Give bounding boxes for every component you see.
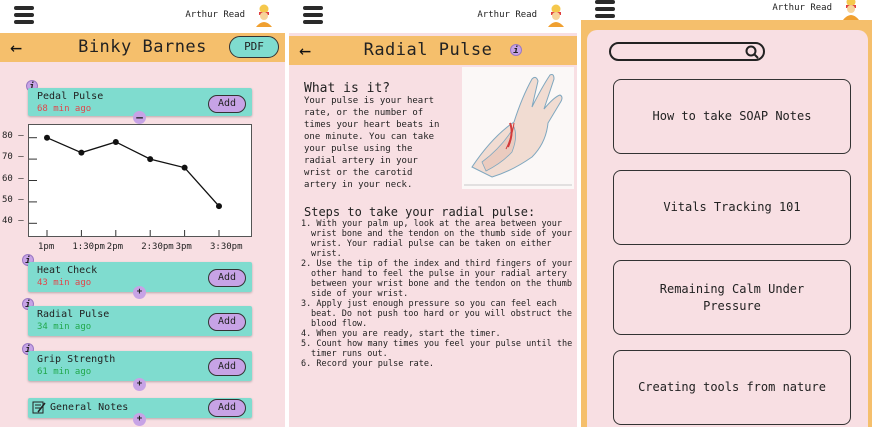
vital-card-radial-pulse[interactable]: Radial Pulse 34 min ago Add	[28, 306, 252, 336]
step-item: 3. Apply just enough pressure so you can…	[301, 299, 572, 329]
add-button[interactable]: Add	[208, 313, 246, 331]
add-button[interactable]: Add	[208, 358, 246, 376]
course-card[interactable]: Remaining Calm Under Pressure	[613, 260, 851, 335]
vital-name: Heat Check	[37, 265, 98, 276]
step-item: 5. Count how many times you feel your pu…	[301, 339, 573, 359]
data-point	[216, 203, 222, 210]
series-line	[46, 137, 220, 207]
notes-icon	[32, 401, 46, 414]
data-point	[44, 134, 50, 141]
vital-time: 61 min ago	[37, 367, 92, 377]
data-point	[181, 164, 188, 171]
x-tick-label: 1pm	[38, 242, 55, 252]
course-card[interactable]: Creating tools from nature	[613, 350, 851, 425]
y-tick-label: 50 –	[2, 194, 24, 205]
add-button[interactable]: Add	[208, 269, 246, 287]
y-tick-label: 60 –	[2, 173, 24, 184]
info-icon[interactable]: i	[510, 44, 522, 56]
x-tick-label: 3pm	[175, 242, 192, 252]
search-icon[interactable]	[745, 45, 759, 59]
step-item: 1. With your palm up, look at the area b…	[301, 219, 572, 259]
patient-screen: Arthur Read ← Binky Barnes PDF i Pedal P…	[0, 0, 285, 427]
x-tick-label: 2pm	[106, 242, 124, 252]
expand-icon[interactable]: +	[133, 378, 146, 391]
search-input[interactable]	[609, 42, 765, 61]
courses-panel: How to take SOAP Notes Vitals Tracking 1…	[587, 30, 868, 427]
vital-name: Pedal Pulse	[37, 91, 104, 102]
x-axis: 1pm 1:30pm 2pm 2:30pm 3pm 3:30pm	[30, 242, 260, 256]
x-tick-label: 3:30pm	[210, 242, 243, 252]
vital-name: General Notes	[50, 402, 129, 413]
what-body: Your pulse is your heart rate, or the nu…	[304, 96, 440, 190]
y-tick-label: 40 –	[2, 216, 24, 227]
y-tick-label: 70 –	[2, 152, 24, 163]
chart-svg	[29, 134, 222, 236]
vital-card-grip-strength[interactable]: Grip Strength 61 min ago Add	[28, 351, 252, 381]
step-item: 2. Use the tip of the index and third fi…	[301, 259, 573, 299]
data-point	[78, 149, 85, 156]
info-screen: Arthur Read ← Radial Pulse i What is it?…	[289, 0, 577, 427]
x-tick-label: 1:30pm	[72, 242, 105, 252]
pulse-chart	[28, 124, 252, 237]
course-card[interactable]: How to take SOAP Notes	[613, 79, 851, 154]
top-bar: Arthur Read	[289, 0, 577, 33]
page-header: ← Radial Pulse i	[289, 36, 577, 65]
menu-icon[interactable]	[303, 6, 323, 24]
user-name: Arthur Read	[477, 10, 537, 20]
expand-icon[interactable]: +	[133, 413, 146, 426]
collapse-icon[interactable]: –	[133, 111, 146, 124]
courses-screen: Arthur Read How to take SOAP Notes Vital…	[581, 0, 872, 427]
avatar[interactable]	[253, 3, 275, 27]
vital-time: 43 min ago	[37, 278, 92, 288]
course-card[interactable]: Vitals Tracking 101	[613, 170, 851, 245]
what-heading: What is it?	[304, 81, 391, 96]
user-name: Arthur Read	[185, 10, 245, 20]
steps-list: 1. With your palm up, look at the area b…	[301, 219, 573, 369]
menu-icon[interactable]	[595, 0, 615, 18]
expand-icon[interactable]: +	[133, 286, 146, 299]
page-title: Radial Pulse	[363, 40, 493, 60]
avatar[interactable]	[545, 3, 567, 27]
top-bar: Arthur Read	[0, 0, 285, 33]
menu-icon[interactable]	[14, 6, 34, 24]
vital-time: 68 min ago	[37, 104, 92, 114]
x-tick-label: 2:30pm	[141, 242, 174, 252]
pdf-button[interactable]: PDF	[229, 36, 279, 58]
user-name: Arthur Read	[772, 3, 832, 13]
step-item: 4. When you are ready, start the timer.	[301, 329, 501, 339]
y-tick-label: 80 –	[2, 130, 24, 141]
add-button[interactable]: Add	[208, 95, 246, 113]
steps-heading: Steps to take your radial pulse:	[304, 205, 536, 219]
add-button[interactable]: Add	[208, 399, 246, 417]
vital-name: Radial Pulse	[37, 309, 110, 320]
vital-time: 34 min ago	[37, 322, 92, 332]
step-item: 6. Record your pulse rate.	[301, 359, 435, 369]
avatar[interactable]	[840, 0, 862, 20]
wrist-illustration	[462, 67, 574, 189]
data-point	[147, 156, 154, 163]
top-bar: Arthur Read	[581, 0, 872, 20]
page-header: ← Binky Barnes PDF	[0, 33, 285, 62]
data-point	[112, 138, 119, 145]
vital-name: Grip Strength	[37, 354, 116, 365]
